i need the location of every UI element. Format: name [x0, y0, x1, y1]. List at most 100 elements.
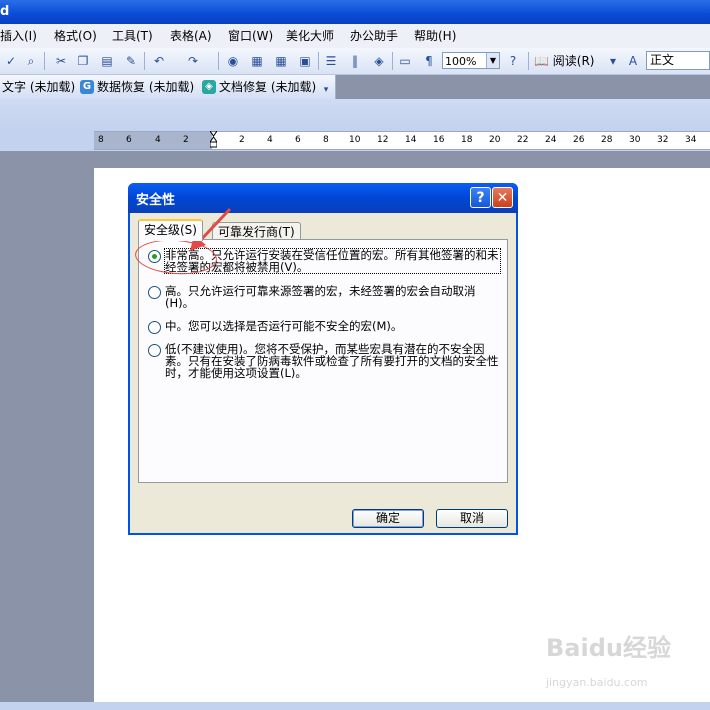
- horizontal-ruler[interactable]: 8 6 4 2 2 4 6 8 10 12 14 16 18 20 22 24 …: [94, 131, 710, 150]
- ruler-number: 6: [126, 135, 132, 145]
- toolbar-separator: [392, 52, 393, 70]
- ruler-number: 18: [461, 135, 473, 145]
- ruler-number: 8: [98, 135, 104, 145]
- addin-data-recovery[interactable]: G 数据恢复 (未加载): [80, 78, 194, 96]
- tab-security-level-label: 安全级(S): [144, 223, 197, 237]
- option-medium-label: 中。您可以选择是否运行可能不安全的宏(M)。: [165, 319, 403, 333]
- dialog-title: 安全性: [136, 193, 176, 208]
- menu-insert[interactable]: 插入(I): [0, 24, 37, 48]
- ruler-number: 30: [629, 135, 641, 145]
- close-button[interactable]: ✕: [492, 187, 513, 208]
- window-title: d: [0, 4, 10, 19]
- radio-low[interactable]: [148, 344, 161, 357]
- show-hide-icon[interactable]: ¶: [420, 52, 438, 70]
- style-select[interactable]: 正文: [646, 51, 710, 70]
- insert-excel-icon[interactable]: ▣: [296, 52, 314, 70]
- radio-high[interactable]: [148, 286, 161, 299]
- ruler-number: 2: [239, 135, 245, 145]
- toolbar-options-icon[interactable]: ▾: [320, 81, 332, 99]
- tables-borders-icon[interactable]: ▦: [248, 52, 266, 70]
- toolbar-options-icon[interactable]: ▾: [604, 52, 622, 70]
- book-icon: 📖: [534, 54, 549, 68]
- drawing-icon[interactable]: ‖: [346, 52, 364, 70]
- chevron-down-icon[interactable]: ▼: [486, 53, 499, 68]
- style-value: 正文: [650, 53, 675, 67]
- copy-icon[interactable]: ❐: [74, 52, 92, 70]
- document-map-icon[interactable]: ◈: [370, 52, 388, 70]
- standard-toolbar: ✓ ⌕ ✂ ❐ ▤ ✎ ↶ ↷ ◉ ▦ ▦ ▣ ☰ ‖ ◈ ▭ ¶ ? ▾ A: [0, 48, 710, 75]
- security-dialog: 安全性 ? ✕ 安全级(S) 可靠发行商(T) 非常高。只允许运行安装在受信任位…: [128, 183, 518, 535]
- ruler-number: 28: [601, 135, 613, 145]
- addin-doc-repair-label: 文档修复 (未加载): [219, 80, 317, 94]
- help-button[interactable]: ?: [470, 187, 491, 208]
- ruler-number: 6: [295, 135, 301, 145]
- read-mode-button[interactable]: 📖 阅读(R): [534, 52, 594, 70]
- ruler-margin: [94, 132, 212, 149]
- research-icon[interactable]: ⌕: [22, 52, 40, 70]
- question-icon: ?: [476, 190, 485, 206]
- ok-button-label: 确定: [375, 511, 400, 525]
- close-icon: ✕: [496, 190, 509, 206]
- spellcheck-icon[interactable]: ✓: [2, 52, 20, 70]
- menu-table[interactable]: 表格(A): [170, 24, 212, 48]
- read-mode-label: 阅读(R): [552, 54, 595, 68]
- security-level-panel: 非常高。只允许运行安装在受信任位置的宏。所有其他签署的和未经签署的宏都将被禁用(…: [138, 239, 508, 483]
- ok-button[interactable]: 确定: [352, 509, 424, 528]
- bottom-bar: [0, 702, 710, 710]
- menu-beautify[interactable]: 美化大师: [286, 24, 334, 48]
- cut-icon[interactable]: ✂: [52, 52, 70, 70]
- cancel-button-label: 取消: [459, 511, 484, 525]
- option-high-label: 高。只允许运行可靠来源签署的宏，未经签署的宏会自动取消(H)。: [165, 284, 476, 310]
- addin-text-label: 文字 (未加载): [2, 80, 76, 94]
- print-preview-icon[interactable]: ▭: [396, 52, 414, 70]
- ruler-number: 32: [657, 135, 669, 145]
- toolbar-separator: [318, 52, 319, 70]
- ruler-number: 8: [323, 135, 329, 145]
- help-circle-icon[interactable]: ?: [504, 52, 522, 70]
- ruler-number: 4: [155, 135, 161, 145]
- addin-doc-repair[interactable]: ◈ 文档修复 (未加载): [202, 78, 316, 96]
- addin-text[interactable]: 文字 (未加载): [2, 78, 75, 96]
- data-recovery-icon: G: [80, 80, 94, 94]
- toolbar-separator: [44, 52, 45, 70]
- watermark-url: jingyan.baidu.com: [546, 676, 648, 689]
- zoom-select[interactable]: 100% ▼: [442, 52, 500, 69]
- left-gutter: [0, 151, 94, 710]
- option-low-label: 低(不建议使用)。您将不受保护，而某些宏具有潜在的不安全因素。只有在安装了防病毒…: [165, 342, 499, 380]
- ruler-number: 12: [377, 135, 389, 145]
- watermark-logo: Baidu经验: [546, 634, 671, 662]
- format-painter-icon[interactable]: ✎: [122, 52, 140, 70]
- menu-help[interactable]: 帮助(H): [414, 24, 456, 48]
- columns-icon[interactable]: ☰: [322, 52, 340, 70]
- redo-icon[interactable]: ↷: [184, 52, 202, 70]
- ruler-number: 2: [183, 135, 189, 145]
- radio-medium[interactable]: [148, 321, 161, 334]
- ruler-number: 34: [685, 135, 697, 145]
- toolbar-area-background: [0, 99, 710, 129]
- menu-format[interactable]: 格式(O): [54, 24, 97, 48]
- addin-data-recovery-label: 数据恢复 (未加载): [97, 80, 195, 94]
- ruler-number: 20: [489, 135, 501, 145]
- menu-window[interactable]: 窗口(W): [228, 24, 273, 48]
- menu-office-helper[interactable]: 办公助手: [350, 24, 398, 48]
- ruler-number: 4: [267, 135, 273, 145]
- styles-icon[interactable]: A: [624, 52, 642, 70]
- window-titlebar: d: [0, 0, 710, 24]
- cancel-button[interactable]: 取消: [436, 509, 508, 528]
- ruler-number: 26: [573, 135, 585, 145]
- ruler-number: 16: [433, 135, 445, 145]
- doc-repair-icon: ◈: [202, 80, 216, 94]
- tab-security-level[interactable]: 安全级(S): [138, 219, 203, 241]
- toolbar-separator: [144, 52, 145, 70]
- toolbar-separator: [528, 52, 529, 70]
- menu-bar: 插入(I) 格式(O) 工具(T) 表格(A) 窗口(W) 美化大师 办公助手 …: [0, 24, 710, 49]
- insert-table-icon[interactable]: ▦: [272, 52, 290, 70]
- toolbar-separator: [218, 52, 219, 70]
- indent-marker-icon[interactable]: [210, 131, 217, 148]
- hyperlink-icon[interactable]: ◉: [224, 52, 242, 70]
- paste-icon[interactable]: ▤: [98, 52, 116, 70]
- undo-icon[interactable]: ↶: [150, 52, 168, 70]
- ruler-number: 24: [545, 135, 557, 145]
- ruler-number: 22: [517, 135, 529, 145]
- menu-tools[interactable]: 工具(T): [112, 24, 153, 48]
